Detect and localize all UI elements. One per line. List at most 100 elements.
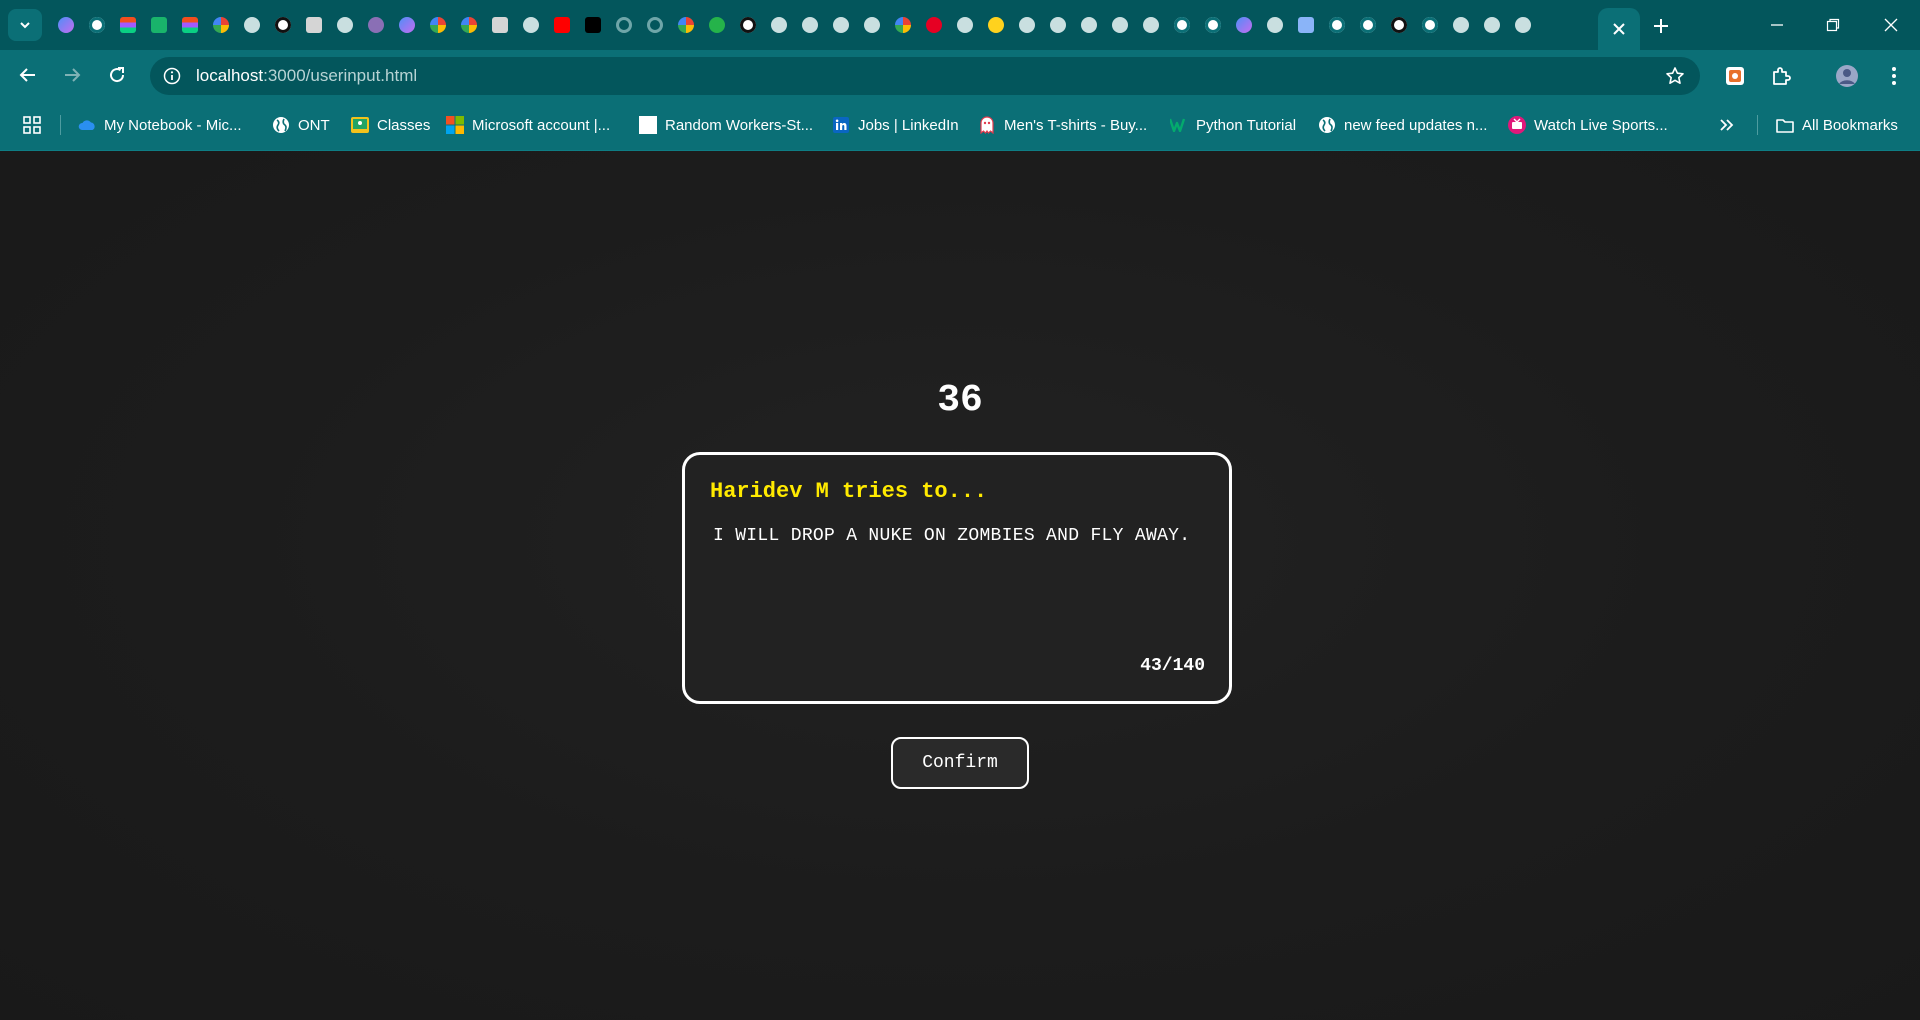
- tab-item[interactable]: [639, 15, 670, 35]
- tab-item[interactable]: [1476, 15, 1507, 35]
- extension-pinned-icon[interactable]: [1722, 63, 1748, 89]
- tab-item[interactable]: [298, 15, 329, 35]
- tab-item[interactable]: [391, 15, 422, 35]
- address-bar[interactable]: localhost:3000/userinput.html: [150, 57, 1700, 95]
- bookmark-python-tutorial[interactable]: Python Tutorial: [1170, 114, 1296, 136]
- bookmark-classes[interactable]: Classes: [351, 114, 430, 136]
- bookmark-my-notebook[interactable]: My Notebook - Mic...: [78, 114, 242, 136]
- url-text[interactable]: localhost:3000/userinput.html: [196, 66, 417, 86]
- tab-item[interactable]: [546, 15, 577, 35]
- active-tab[interactable]: [1598, 8, 1640, 50]
- tab-item[interactable]: [1011, 15, 1042, 35]
- forward-button[interactable]: [56, 60, 88, 90]
- tab-item[interactable]: [949, 15, 980, 35]
- tab-item[interactable]: [1290, 15, 1321, 35]
- tab-item[interactable]: [1383, 15, 1414, 35]
- github-icon: [1390, 17, 1407, 33]
- tab-item[interactable]: [1135, 15, 1166, 35]
- folder-icon: [1776, 116, 1794, 134]
- bookmark-microsoft-account[interactable]: Microsoft account |...: [446, 114, 610, 136]
- minimize-button[interactable]: [1757, 8, 1797, 42]
- all-bookmarks-folder[interactable]: All Bookmarks: [1776, 114, 1898, 136]
- tab-item[interactable]: [205, 15, 236, 35]
- tab-item[interactable]: [670, 15, 701, 35]
- extensions-puzzle-icon[interactable]: [1768, 63, 1794, 89]
- bookmark-new-feed-updates[interactable]: new feed updates n...: [1318, 114, 1487, 136]
- tab-item[interactable]: [1507, 15, 1538, 35]
- bookmark-ont[interactable]: ONT: [272, 114, 330, 136]
- tab-item[interactable]: [763, 15, 794, 35]
- tab-item[interactable]: [608, 15, 639, 35]
- close-tab-icon[interactable]: [1612, 22, 1626, 36]
- tab-item[interactable]: [918, 15, 949, 35]
- tab-item[interactable]: [1042, 15, 1073, 35]
- tab-item[interactable]: [422, 15, 453, 35]
- browser-toolbar: localhost:3000/userinput.html: [0, 50, 1920, 100]
- tab-item[interactable]: [794, 15, 825, 35]
- tab-item[interactable]: [1414, 15, 1445, 35]
- bookmark-watch-live-sports[interactable]: Watch Live Sports...: [1508, 114, 1668, 136]
- tab-item[interactable]: [1259, 15, 1290, 35]
- tab-item[interactable]: [360, 15, 391, 35]
- bookmark-linkedin-jobs[interactable]: Jobs | LinkedIn: [832, 114, 959, 136]
- tab-item[interactable]: [1321, 15, 1352, 35]
- bookmark-random-workers[interactable]: Random Workers-St...: [639, 114, 813, 136]
- new-tab-button[interactable]: [1648, 13, 1674, 39]
- bookmark-star-icon[interactable]: [1664, 65, 1686, 87]
- restore-button[interactable]: [1813, 8, 1853, 42]
- tab-item[interactable]: [887, 15, 918, 35]
- tab-item[interactable]: [1352, 15, 1383, 35]
- avatar-icon: [367, 17, 384, 33]
- tab-item[interactable]: [174, 15, 205, 35]
- google-icon: [894, 17, 911, 33]
- apps-grid-icon[interactable]: [20, 113, 44, 137]
- tab-item[interactable]: [236, 15, 267, 35]
- tab-item[interactable]: [701, 15, 732, 35]
- tab-list: [50, 15, 1538, 35]
- browser-menu-icon[interactable]: [1881, 63, 1907, 89]
- confirm-button[interactable]: Confirm: [891, 737, 1029, 789]
- tab-item[interactable]: [856, 15, 887, 35]
- more-bookmarks-chevron-icon[interactable]: [1715, 113, 1739, 137]
- tab-item[interactable]: [1073, 15, 1104, 35]
- bookmark-mens-tshirts[interactable]: Men's T-shirts - Buy...: [978, 114, 1147, 136]
- counter-icon: [708, 17, 725, 33]
- tab-item[interactable]: [1445, 15, 1476, 35]
- tab-item[interactable]: [515, 15, 546, 35]
- reload-button[interactable]: [101, 60, 133, 90]
- chevron-down-icon: [20, 22, 30, 29]
- tab-item[interactable]: [577, 15, 608, 35]
- game-page: 36 Haridev M tries to... I WILL DROP A N…: [0, 151, 1920, 1020]
- action-text-input[interactable]: I WILL DROP A NUKE ON ZOMBIES AND FLY AW…: [713, 525, 1193, 548]
- profile-avatar-icon[interactable]: [1834, 63, 1860, 89]
- tab-item[interactable]: [143, 15, 174, 35]
- tab-item[interactable]: [267, 15, 298, 35]
- globe-icon: [863, 17, 880, 33]
- bookmarks-bar: My Notebook - Mic... ONT Classes Microso…: [0, 100, 1920, 151]
- tab-item[interactable]: [1104, 15, 1135, 35]
- tab-item[interactable]: [329, 15, 360, 35]
- close-window-button[interactable]: [1871, 8, 1911, 42]
- tab-item[interactable]: [825, 15, 856, 35]
- huggingface-icon: [987, 17, 1004, 33]
- tab-item[interactable]: [50, 15, 81, 35]
- tab-item[interactable]: [1197, 15, 1228, 35]
- tab-item[interactable]: [81, 15, 112, 35]
- globe-icon: [522, 17, 539, 33]
- tab-item[interactable]: [453, 15, 484, 35]
- document-icon: [305, 17, 322, 33]
- globe-icon: [832, 17, 849, 33]
- back-button[interactable]: [12, 60, 44, 90]
- globe-icon: [1318, 116, 1336, 134]
- github-icon: [274, 17, 291, 33]
- tab-item[interactable]: [980, 15, 1011, 35]
- tab-item[interactable]: [732, 15, 763, 35]
- youtube-icon: [553, 17, 570, 33]
- tab-item[interactable]: [112, 15, 143, 35]
- site-info-icon[interactable]: [162, 66, 182, 86]
- tab-item[interactable]: [1228, 15, 1259, 35]
- tab-item[interactable]: [484, 15, 515, 35]
- tab-item[interactable]: [1166, 15, 1197, 35]
- document-icon: [491, 17, 508, 33]
- tab-search-button[interactable]: [8, 9, 42, 41]
